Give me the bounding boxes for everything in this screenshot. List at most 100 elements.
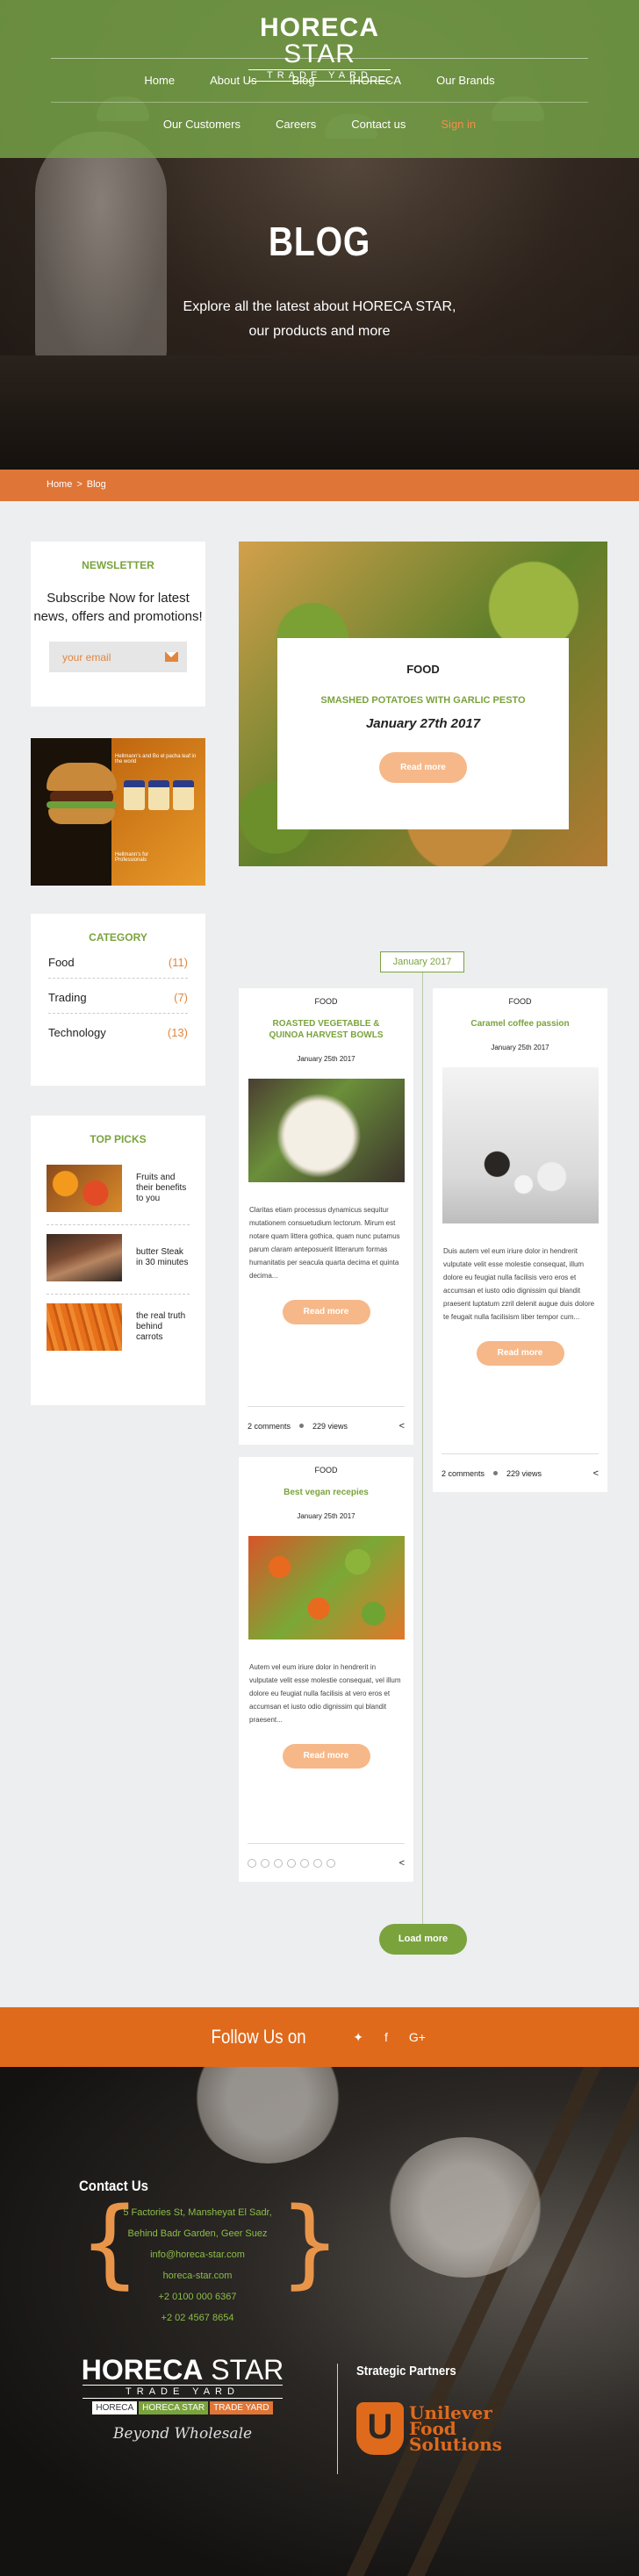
top-pick-item[interactable]: the real truth behind carrots — [47, 1295, 190, 1363]
share-icon[interactable]: < — [399, 1421, 405, 1432]
top-pick-item[interactable]: butter Steak in 30 minutes — [47, 1225, 190, 1295]
page-title: BLOG — [268, 219, 371, 264]
post-title[interactable]: Best vegan recepies — [258, 1487, 394, 1498]
logo-light: STAR — [203, 2354, 284, 2386]
post-card: FOOD ROASTED VEGETABLE & QUINOA HARVEST … — [239, 988, 413, 1445]
steak-thumbnail — [47, 1234, 122, 1281]
google-plus-icon[interactable]: G+ — [409, 2030, 426, 2044]
nav-divider — [51, 102, 588, 103]
burger-image — [47, 763, 117, 826]
nav-brands[interactable]: Our Brands — [419, 74, 512, 87]
logo-chip: HORECA STAR — [139, 2401, 209, 2415]
read-more-button[interactable]: Read more — [476, 1341, 564, 1366]
category-item-food[interactable]: Food (11) — [48, 944, 188, 979]
post-excerpt: Duis autem vel eum iriure dolor in hendr… — [443, 1247, 595, 1321]
featured-title[interactable]: SMASHED POTATOES WITH GARLIC PESTO — [277, 695, 569, 706]
logo-chip: TRADE YARD — [210, 2401, 273, 2415]
category-label: Technology — [48, 1026, 106, 1039]
post-date: January 25th 2017 — [297, 1055, 355, 1063]
google-plus-icon[interactable] — [261, 1858, 269, 1868]
read-more-button[interactable]: Read more — [379, 752, 467, 783]
post-excerpt: Claritas etiam processus dynamicus sequi… — [249, 1206, 400, 1280]
contact-phone[interactable]: +2 02 4567 8654 — [79, 2307, 316, 2328]
fruits-thumbnail — [47, 1165, 122, 1212]
post-card: FOOD Best vegan recepies January 25th 20… — [239, 1457, 413, 1882]
carrots-thumbnail — [47, 1303, 122, 1351]
post-date: January 25th 2017 — [297, 1512, 355, 1520]
follow-us-label: Follow Us on — [211, 2026, 306, 2048]
linkedin-icon[interactable] — [313, 1858, 322, 1868]
contact-phone[interactable]: +2 0100 000 6367 — [79, 2286, 316, 2307]
twitter-icon[interactable]: ✦ — [353, 2030, 363, 2045]
top-picks-heading: TOP PICKS — [90, 1133, 147, 1145]
coffee-image — [442, 1067, 599, 1223]
post-title[interactable]: ROASTED VEGETABLE & QUINOA HARVEST BOWLS — [258, 1018, 394, 1041]
partners-block: Strategic Partners Unilever Food Solutio… — [356, 2364, 502, 2455]
read-more-button[interactable]: Read more — [282, 1300, 370, 1324]
post-tag: FOOD — [508, 997, 532, 1006]
nav-divider — [51, 58, 588, 59]
footer-divider — [337, 2364, 338, 2474]
instagram-icon[interactable] — [300, 1858, 309, 1868]
nav-about[interactable]: About Us — [192, 74, 274, 87]
facebook-icon[interactable]: f — [384, 2030, 388, 2044]
top-pick-item[interactable]: Fruits and their benefits to you — [47, 1156, 190, 1225]
envelope-icon[interactable] — [165, 652, 178, 662]
top-pick-title: Fruits and their benefits to you — [136, 1173, 187, 1203]
partner-name: Solutions — [409, 2434, 502, 2455]
logo-tagline: Beyond Wholesale — [112, 2425, 253, 2443]
nav-contact[interactable]: Contact us — [334, 118, 423, 131]
newsletter-heading: NEWSLETTER — [82, 559, 154, 571]
newsletter-widget: NEWSLETTER Subscribe Now for latest news… — [31, 542, 205, 707]
nav-customers[interactable]: Our Customers — [146, 118, 258, 131]
category-heading: CATEGORY — [89, 931, 147, 944]
nav-blog[interactable]: Blog — [275, 74, 333, 87]
category-label: Trading — [48, 991, 87, 1004]
follow-us-bar: Follow Us on ✦ f G+ — [0, 2007, 639, 2067]
category-count: (13) — [167, 1026, 188, 1039]
contact-lines: 5 Factories St, Mansheyat El Sadr, Behin… — [79, 2202, 316, 2328]
featured-tag: FOOD — [406, 663, 440, 676]
post-title[interactable]: Caramel coffee passion — [452, 1018, 588, 1030]
nav-careers[interactable]: Careers — [258, 118, 334, 131]
comments-count[interactable]: 2 comments — [248, 1422, 291, 1431]
unilever-food-solutions-logo[interactable]: Unilever Food Solutions — [356, 2402, 502, 2455]
sauce-jar — [148, 780, 169, 810]
category-count: (11) — [168, 956, 188, 969]
logo-bold: HORECA — [259, 13, 379, 42]
unilever-u-icon — [356, 2402, 404, 2455]
nav-ihoreca[interactable]: iHORECA — [333, 74, 420, 87]
brand-logo[interactable]: HORECA STAR TRADE YARD — [231, 15, 408, 82]
comments-count[interactable]: 2 comments — [442, 1469, 485, 1478]
page-subtitle: Explore all the latest about HORECA STAR… — [183, 299, 456, 339]
pinterest-icon[interactable] — [287, 1858, 296, 1868]
nav-home[interactable]: Home — [126, 74, 192, 87]
post-tag: FOOD — [314, 997, 338, 1006]
ad-banner[interactable]: Hellmann's and Bo el pacha leaf in the w… — [31, 738, 205, 886]
partners-heading: Strategic Partners — [356, 2364, 456, 2379]
featured-date: January 27th 2017 — [365, 716, 481, 731]
contact-website[interactable]: horeca-star.com — [79, 2265, 316, 2286]
nav-row-1: Home About Us Blog iHORECA Our Brands — [0, 74, 639, 87]
nav-sign-in[interactable]: Sign in — [423, 118, 493, 131]
email-icon[interactable] — [327, 1858, 335, 1868]
email-placeholder: your email — [62, 651, 111, 664]
post-footer: 2 comments 229 views < — [248, 1406, 405, 1445]
logo-light: STAR — [284, 39, 355, 68]
category-item-trading[interactable]: Trading (7) — [48, 979, 188, 1014]
footer-logo: HORECA STAR TRADE YARD HORECA HORECA STA… — [79, 2354, 286, 2443]
share-icon[interactable]: < — [593, 1468, 599, 1479]
read-more-button[interactable]: Read more — [282, 1744, 370, 1769]
twitter-icon[interactable] — [274, 1858, 283, 1868]
featured-post[interactable]: FOOD SMASHED POTATOES WITH GARLIC PESTO … — [239, 542, 607, 866]
facebook-icon[interactable] — [248, 1858, 256, 1868]
sauce-jar — [124, 780, 145, 810]
top-picks-widget: TOP PICKS Fruits and their benefits to y… — [31, 1116, 205, 1405]
share-icon[interactable]: < — [399, 1858, 405, 1869]
quinoa-bowl-image — [248, 1079, 405, 1182]
breadcrumb-home[interactable]: Home — [47, 479, 72, 490]
contact-email[interactable]: info@horeca-star.com — [79, 2244, 316, 2265]
email-field[interactable]: your email — [49, 642, 187, 672]
category-item-technology[interactable]: Technology (13) — [48, 1014, 188, 1048]
load-more-button[interactable]: Load more — [379, 1924, 467, 1955]
